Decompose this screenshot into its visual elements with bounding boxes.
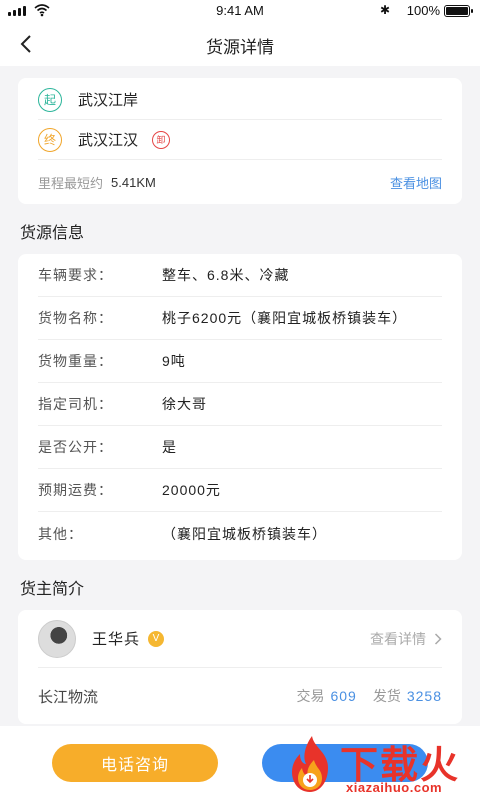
owner-name: 王华兵 — [92, 631, 141, 648]
battery-percent: 100% — [406, 3, 440, 18]
info-value: （襄阳宜城板桥镇装车） — [162, 525, 327, 542]
end-badge: 终 — [38, 127, 62, 152]
distance-label: 里程最短约 — [38, 175, 104, 191]
route-card: 起 武汉江岸 终 武汉江汉 卸 里程最短约 5.41KM 查看地图 — [18, 78, 462, 204]
info-value: 徐大哥 — [162, 396, 207, 412]
status-bar: 9:41 AM ✱ 100% — [0, 0, 480, 22]
vip-badge-icon: V — [148, 630, 165, 647]
ship-label: 发货 — [372, 688, 401, 704]
info-row: 货物重量： 9吨 — [38, 340, 442, 383]
view-map-link[interactable]: 查看地图 — [390, 173, 442, 192]
owner-card: 王华兵 V 查看详情 长江物流 交易 609 发货 3258 — [18, 610, 462, 724]
info-row: 其他： （襄阳宜城板桥镇装车） — [38, 512, 442, 555]
info-value: 9吨 — [162, 353, 186, 369]
nav-bar: 货源详情 — [0, 22, 480, 66]
info-label: 指定司机： — [38, 396, 113, 412]
distance-row: 里程最短约 5.41KM 查看地图 — [38, 162, 442, 202]
start-badge: 起 — [38, 87, 62, 112]
trade-label: 交易 — [296, 688, 325, 704]
end-location-row: 终 武汉江汉 卸 — [38, 120, 442, 160]
info-label: 其他： — [38, 525, 83, 542]
end-place: 武汉江汉 — [78, 132, 139, 149]
info-value: 20000元 — [162, 482, 221, 498]
owner-section-title: 货主简介 — [20, 581, 85, 598]
owner-stats: 交易 609 发货 3258 — [296, 686, 442, 706]
info-label: 车辆要求： — [38, 267, 113, 283]
trade-count: 609 — [330, 688, 357, 704]
info-row: 车辆要求： 整车、6.8米、冷藏 — [38, 254, 442, 297]
phone-consult-button[interactable]: 电话咨询 — [52, 744, 218, 782]
distance-value: 5.41KM — [111, 174, 156, 190]
start-place: 武汉江岸 — [78, 92, 139, 109]
info-value: 整车、6.8米、冷藏 — [162, 267, 290, 283]
info-row: 货物名称： 桃子6200元（襄阳宜城板桥镇装车） — [38, 297, 442, 340]
cargo-info-card: 车辆要求： 整车、6.8米、冷藏 货物名称： 桃子6200元（襄阳宜城板桥镇装车… — [18, 254, 462, 560]
info-row: 预期运费： 20000元 — [38, 469, 442, 512]
flame-logo-icon — [292, 736, 328, 792]
owner-stats-row: 长江物流 交易 609 发货 3258 — [38, 668, 442, 724]
company-name: 长江物流 — [38, 688, 99, 706]
bluetooth-icon: ✱ — [379, 3, 390, 17]
battery-icon — [444, 5, 473, 17]
page-title: 货源详情 — [206, 38, 274, 57]
view-details-label: 查看详情 — [370, 630, 426, 647]
info-row: 是否公开： 是 — [38, 426, 442, 469]
info-value: 桃子6200元（襄阳宜城板桥镇装车） — [162, 310, 408, 326]
ship-count: 3258 — [406, 688, 442, 704]
cargo-section-title: 货源信息 — [20, 225, 85, 242]
info-value: 是 — [162, 439, 177, 455]
info-label: 预期运费： — [38, 482, 113, 498]
owner-profile-row[interactable]: 王华兵 V 查看详情 — [38, 610, 442, 668]
info-row: 指定司机： 徐大哥 — [38, 383, 442, 426]
info-label: 是否公开： — [38, 439, 113, 455]
avatar — [38, 619, 76, 658]
unload-stamp-icon: 卸 — [152, 130, 171, 149]
info-label: 货物重量： — [38, 353, 113, 369]
view-details-link[interactable]: 查看详情 — [370, 629, 442, 649]
info-label: 货物名称： — [38, 310, 113, 326]
watermark-logo: 下载火 xiazaihuo.com — [284, 734, 480, 800]
start-location-row: 起 武汉江岸 — [38, 80, 442, 120]
watermark-url: xiazaihuo.com — [346, 780, 443, 795]
chevron-right-icon — [434, 632, 442, 645]
